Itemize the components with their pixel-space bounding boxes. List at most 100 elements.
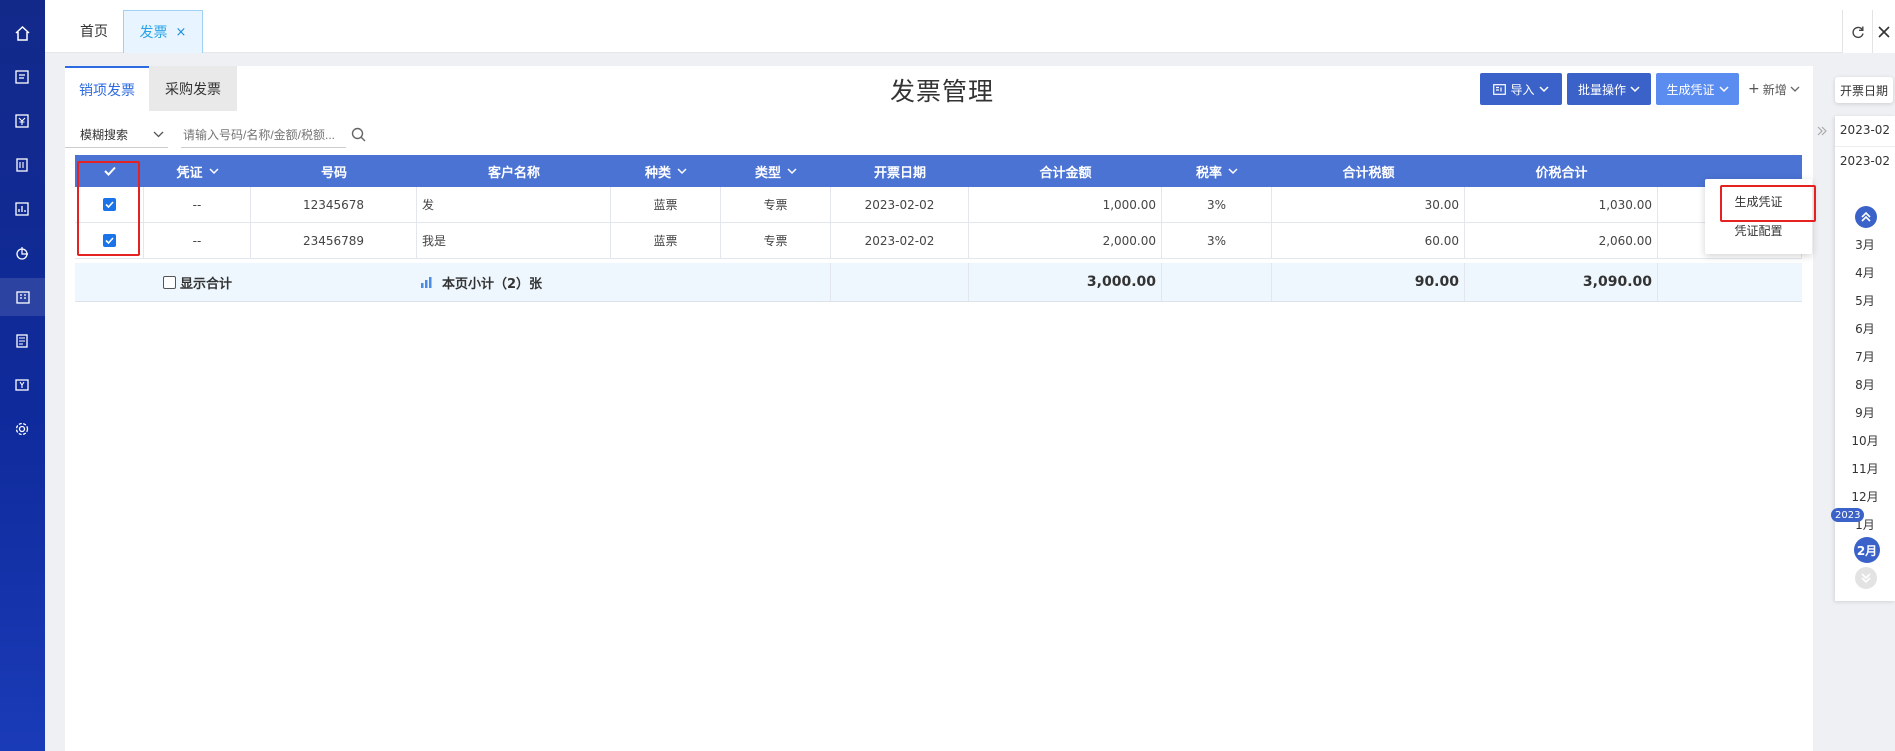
add-button[interactable]: + 新增 — [1748, 73, 1800, 105]
bar-chart-icon — [421, 276, 432, 288]
summary-total: 3,090.00 — [1465, 263, 1658, 301]
gear-icon[interactable] — [7, 414, 37, 444]
checkbox-checked[interactable] — [102, 234, 116, 247]
ledger-icon[interactable] — [7, 150, 37, 180]
month-item[interactable]: 12月 — [1835, 485, 1895, 507]
tab-purchase-invoices[interactable]: 采购发票 — [149, 66, 237, 111]
batch-label: 批量操作 — [1577, 82, 1626, 97]
generate-voucher-button[interactable]: 生成凭证 — [1656, 73, 1739, 105]
refresh-icon[interactable] — [1842, 10, 1872, 53]
col-date-label: 开票日期 — [873, 165, 926, 181]
date-range-box: 2023-02 2023-02 3月 4月 5月 6月 7月 8月 9月 10月… — [1831, 116, 1895, 601]
search-bar: 模糊搜索 — [65, 118, 1813, 152]
total-cell: 2,060.00 — [1465, 223, 1658, 258]
col-voucher[interactable]: 凭证 — [144, 155, 251, 187]
yen-card-icon[interactable] — [7, 370, 37, 400]
date-cell: 2023-02-02 — [831, 187, 969, 222]
sidebar — [0, 0, 45, 751]
tax-cell: 30.00 — [1272, 187, 1465, 222]
rate-cell: 3% — [1162, 187, 1272, 222]
date-filter-tag[interactable]: 开票日期 — [1835, 77, 1893, 103]
select-all-cell[interactable] — [75, 155, 144, 187]
search-mode-select[interactable]: 模糊搜索 — [65, 122, 168, 148]
col-kind[interactable]: 种类 — [611, 155, 721, 187]
row-checkbox[interactable] — [75, 187, 144, 222]
col-total: 价税合计 — [1465, 155, 1658, 187]
collapse-icon[interactable] — [1813, 117, 1831, 145]
tab-invoice[interactable]: 发票 × — [123, 10, 203, 53]
search-input[interactable] — [181, 122, 346, 148]
checkbox-checked[interactable] — [102, 198, 116, 211]
chevron-down-icon — [153, 131, 164, 138]
col-customer: 客户名称 — [417, 155, 611, 187]
date-panel: 开票日期 2023-02 2023-02 3月 4月 5月 6月 7月 8月 9… — [1831, 77, 1895, 601]
tax-cell: 60.00 — [1272, 223, 1465, 258]
customer-cell: 发 — [417, 187, 611, 222]
month-item[interactable]: 8月 — [1835, 373, 1895, 395]
voucher-cell: -- — [144, 223, 251, 258]
month-item[interactable]: 6月 — [1835, 317, 1895, 339]
summary-extra-cell — [1658, 263, 1802, 301]
month-item[interactable]: 11月 — [1835, 457, 1895, 479]
chevron-down-icon — [787, 167, 797, 174]
pie-icon[interactable] — [7, 238, 37, 268]
report-icon[interactable] — [7, 194, 37, 224]
show-total-label: 显示合计 — [180, 276, 233, 292]
month-item[interactable]: 5月 — [1835, 289, 1895, 311]
menu-item-generate-voucher[interactable]: 生成凭证 — [1705, 187, 1812, 215]
voucher-cell: -- — [144, 187, 251, 222]
month-current[interactable]: 2月 — [1854, 537, 1880, 563]
customer-cell: 我是 — [417, 223, 611, 258]
plus-icon: + — [1748, 81, 1760, 97]
close-all-icon[interactable] — [1872, 10, 1895, 53]
summary-row: 显示合计 本页小计（2）张 3,000.00 90.00 3,090.00 — [75, 263, 1802, 302]
col-kind-label: 种类 — [644, 165, 671, 181]
scroll-up-icon[interactable] — [1855, 206, 1877, 228]
month-item[interactable]: 4月 — [1835, 261, 1895, 283]
generate-voucher-menu: 生成凭证 凭证配置 — [1705, 179, 1812, 254]
year-badge: 2023 — [1831, 508, 1865, 522]
close-icon[interactable]: × — [176, 25, 187, 40]
col-date: 开票日期 — [831, 155, 969, 187]
col-rate-label: 税率 — [1195, 165, 1222, 181]
show-total-checkbox[interactable] — [163, 275, 176, 289]
month-item[interactable]: 10月 — [1835, 429, 1895, 451]
show-total-toggle[interactable]: 显示合计 — [75, 263, 417, 301]
col-rate[interactable]: 税率 — [1162, 155, 1272, 187]
batch-operations-button[interactable]: 批量操作 — [1567, 73, 1651, 105]
tab-home[interactable]: 首页 — [65, 12, 123, 50]
table-row[interactable]: -- 12345678 发 蓝票 专票 2023-02-02 1,000.00 … — [75, 187, 1802, 223]
month-item[interactable]: 3月 — [1835, 233, 1895, 255]
table-row[interactable]: -- 23456789 我是 蓝票 专票 2023-02-02 2,000.00… — [75, 223, 1802, 259]
menu-item-voucher-config[interactable]: 凭证配置 — [1705, 216, 1812, 244]
col-voucher-label: 凭证 — [176, 165, 203, 181]
col-tax: 合计税额 — [1272, 155, 1465, 187]
summary-date-cell — [831, 263, 969, 301]
tab-home-label: 首页 — [80, 24, 108, 40]
home-icon[interactable] — [7, 18, 37, 48]
col-total-label: 价税合计 — [1535, 165, 1588, 181]
generate-label: 生成凭证 — [1666, 82, 1715, 97]
invoice-icon[interactable] — [7, 326, 37, 356]
search-icon[interactable] — [351, 127, 366, 142]
col-type-label: 类型 — [754, 165, 781, 181]
yen-icon[interactable] — [7, 106, 37, 136]
building-icon[interactable] — [0, 278, 45, 316]
col-type[interactable]: 类型 — [721, 155, 831, 187]
tab-sales-invoices[interactable]: 销项发票 — [65, 66, 149, 111]
row-checkbox[interactable] — [75, 223, 144, 258]
table-header: 凭证 号码 客户名称 种类 类型 开票日期 合计金额 税率 合计税额 价税合计 — [75, 155, 1802, 187]
kind-cell: 蓝票 — [611, 223, 721, 258]
type-cell: 专票 — [721, 223, 831, 258]
select-all-check-icon[interactable] — [103, 166, 116, 176]
date-end[interactable]: 2023-02 — [1835, 146, 1895, 174]
month-item[interactable]: 7月 — [1835, 345, 1895, 367]
scroll-down-icon[interactable] — [1855, 567, 1877, 589]
import-button[interactable]: 导入 — [1480, 73, 1562, 105]
document-icon[interactable] — [7, 62, 37, 92]
kind-cell: 蓝票 — [611, 187, 721, 222]
date-start[interactable]: 2023-02 — [1835, 116, 1895, 144]
summary-rate-cell — [1162, 263, 1272, 301]
amount-cell: 2,000.00 — [969, 223, 1162, 258]
month-item[interactable]: 9月 — [1835, 401, 1895, 423]
